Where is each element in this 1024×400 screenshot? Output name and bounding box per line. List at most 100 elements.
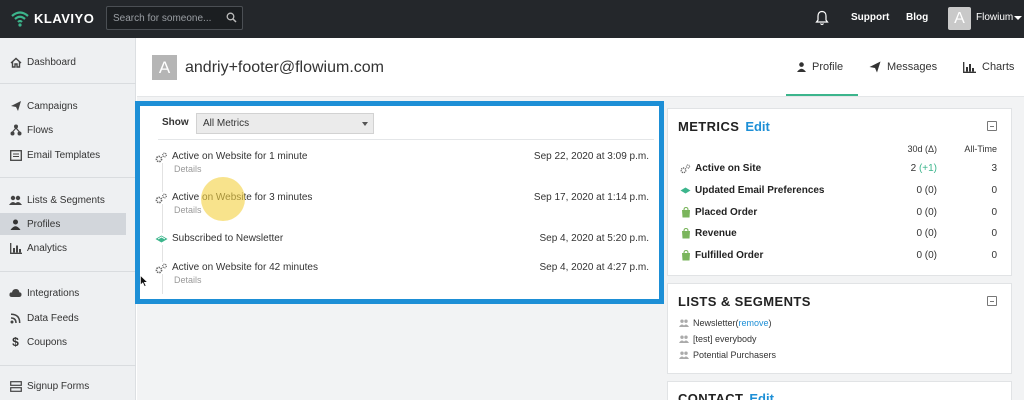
- home-icon: [9, 56, 22, 69]
- list-name[interactable]: Newsletter: [693, 318, 736, 328]
- users-icon: [679, 351, 689, 359]
- lists-segments-panel: LISTS & SEGMENTS Newsletter (remove) [te…: [667, 283, 1012, 374]
- sidebar-item-label: Profiles: [27, 218, 61, 230]
- event-details-link[interactable]: Details: [174, 164, 202, 174]
- profile-avatar: A: [152, 55, 177, 80]
- metric-label[interactable]: Updated Email Preferences: [695, 185, 825, 196]
- panel-title: LISTS & SEGMENTS: [678, 294, 811, 309]
- metric-label[interactable]: Active on Site: [695, 163, 761, 174]
- tab-charts[interactable]: Charts: [963, 61, 1014, 73]
- metric-30d-delta: (+1): [918, 163, 937, 174]
- sidebar-item-label: Email Templates: [27, 149, 101, 161]
- metric-30d-value: 0 (0): [916, 185, 937, 196]
- list-item: Newsletter (remove): [679, 318, 772, 328]
- list-item: [test] everybody: [679, 334, 757, 344]
- user-icon: [797, 62, 806, 72]
- gears-icon: [680, 163, 691, 174]
- sidebar-item-lists-segments[interactable]: Lists & Segments: [0, 189, 126, 211]
- users-icon: [9, 194, 22, 207]
- sidebar-item-label: Integrations: [27, 287, 80, 299]
- chevron-down-icon[interactable]: [1014, 16, 1022, 20]
- rss-icon: [9, 312, 22, 325]
- activity-feed-panel: Show All Metrics Active on Website for 1…: [135, 101, 664, 304]
- metrics-edit-link[interactable]: Edit: [745, 119, 770, 134]
- sidebar-item-dashboard[interactable]: Dashboard: [0, 51, 126, 73]
- event-title: Active on Website for 42 minutes: [172, 262, 318, 273]
- sidebar-item-label: Coupons: [27, 336, 68, 348]
- search-icon[interactable]: [226, 12, 237, 23]
- users-icon: [679, 335, 689, 343]
- sidebar-item-data-feeds[interactable]: Data Feeds: [0, 307, 126, 329]
- list-name[interactable]: Potential Purchasers: [693, 350, 776, 360]
- metric-filter-select[interactable]: All Metrics: [196, 113, 374, 134]
- sidebar-item-analytics[interactable]: Analytics: [0, 237, 126, 259]
- user-avatar[interactable]: A: [948, 7, 971, 30]
- search-input[interactable]: [107, 7, 219, 29]
- event-details-link[interactable]: Details: [174, 275, 202, 285]
- user-icon: [9, 218, 22, 231]
- list-name[interactable]: [test] everybody: [693, 334, 757, 344]
- support-link[interactable]: Support: [851, 12, 889, 23]
- sidebar-divider: [0, 271, 136, 272]
- flow-icon: [9, 124, 22, 137]
- remove-link[interactable]: remove: [739, 318, 769, 328]
- wifi-logo-icon: [11, 11, 29, 27]
- feed-divider: [158, 139, 654, 140]
- contact-panel: CONTACT Edit: [667, 381, 1012, 400]
- template-icon: [9, 149, 22, 162]
- metric-filter-value: All Metrics: [203, 118, 250, 129]
- sidebar-item-integrations[interactable]: Integrations: [0, 282, 126, 304]
- sidebar-item-flows[interactable]: Flows: [0, 119, 126, 141]
- show-label: Show: [162, 117, 189, 128]
- user-name[interactable]: Flowium: [976, 12, 1013, 23]
- tab-label: Messages: [887, 61, 938, 73]
- blog-link[interactable]: Blog: [906, 12, 928, 23]
- event-details-link[interactable]: Details: [174, 205, 202, 215]
- tab-profile[interactable]: Profile: [797, 61, 843, 73]
- sidebar-divider: [0, 177, 136, 178]
- sidebar: Dashboard Campaigns Flows Email Template…: [0, 38, 136, 400]
- cloud-icon: [9, 287, 22, 300]
- bar-chart-icon: [9, 242, 22, 255]
- sidebar-item-label: Flows: [27, 124, 54, 136]
- paper-plane-icon: [9, 100, 22, 113]
- collapse-icon[interactable]: [987, 296, 997, 306]
- metric-all-time-value: 0: [991, 207, 997, 218]
- column-header-all-time: All-Time: [964, 144, 997, 154]
- event-date: Sep 4, 2020 at 5:20 p.m.: [539, 233, 649, 244]
- form-icon: [9, 380, 22, 393]
- collapse-icon[interactable]: [987, 121, 997, 131]
- sidebar-item-coupons[interactable]: $ Coupons: [0, 331, 126, 353]
- metric-30d-value: 0 (0): [916, 250, 937, 261]
- klaviyo-flag-icon: [154, 233, 168, 245]
- tab-messages[interactable]: Messages: [869, 61, 937, 73]
- chevron-down-icon: [362, 122, 368, 126]
- dollar-icon: $: [12, 335, 19, 349]
- sidebar-item-signup-forms[interactable]: Signup Forms: [0, 375, 126, 397]
- column-header-30d: 30d (Δ): [907, 144, 937, 154]
- sidebar-item-profiles[interactable]: Profiles: [0, 213, 126, 235]
- sidebar-item-label: Campaigns: [27, 100, 78, 112]
- sidebar-item-label: Data Feeds: [27, 312, 79, 324]
- search-box[interactable]: [106, 6, 243, 30]
- metric-label[interactable]: Fulfilled Order: [695, 250, 763, 261]
- metric-label[interactable]: Placed Order: [695, 207, 757, 218]
- tab-label: Charts: [982, 61, 1015, 73]
- contact-edit-link[interactable]: Edit: [749, 391, 774, 400]
- sidebar-item-email-templates[interactable]: Email Templates: [0, 144, 126, 166]
- metrics-heading: METRICS Edit: [678, 119, 770, 134]
- shopify-bag-icon: [680, 207, 691, 218]
- sidebar-divider: [0, 83, 136, 84]
- event-date: Sep 22, 2020 at 3:09 p.m.: [533, 151, 649, 162]
- klaviyo-logo[interactable]: KLAVIYO: [10, 9, 94, 27]
- gears-icon: [154, 192, 168, 204]
- gears-icon: [154, 262, 168, 274]
- bell-icon[interactable]: [815, 10, 829, 26]
- metric-30d-value: 0 (0): [916, 207, 937, 218]
- sidebar-item-campaigns[interactable]: Campaigns: [0, 95, 126, 117]
- shopify-bag-icon: [680, 250, 691, 261]
- metrics-panel: METRICS Edit 30d (Δ) All-Time Active on S…: [667, 108, 1012, 276]
- list-remove-close: ): [768, 318, 772, 328]
- paper-plane-icon: [869, 61, 881, 73]
- metric-label[interactable]: Revenue: [695, 228, 737, 239]
